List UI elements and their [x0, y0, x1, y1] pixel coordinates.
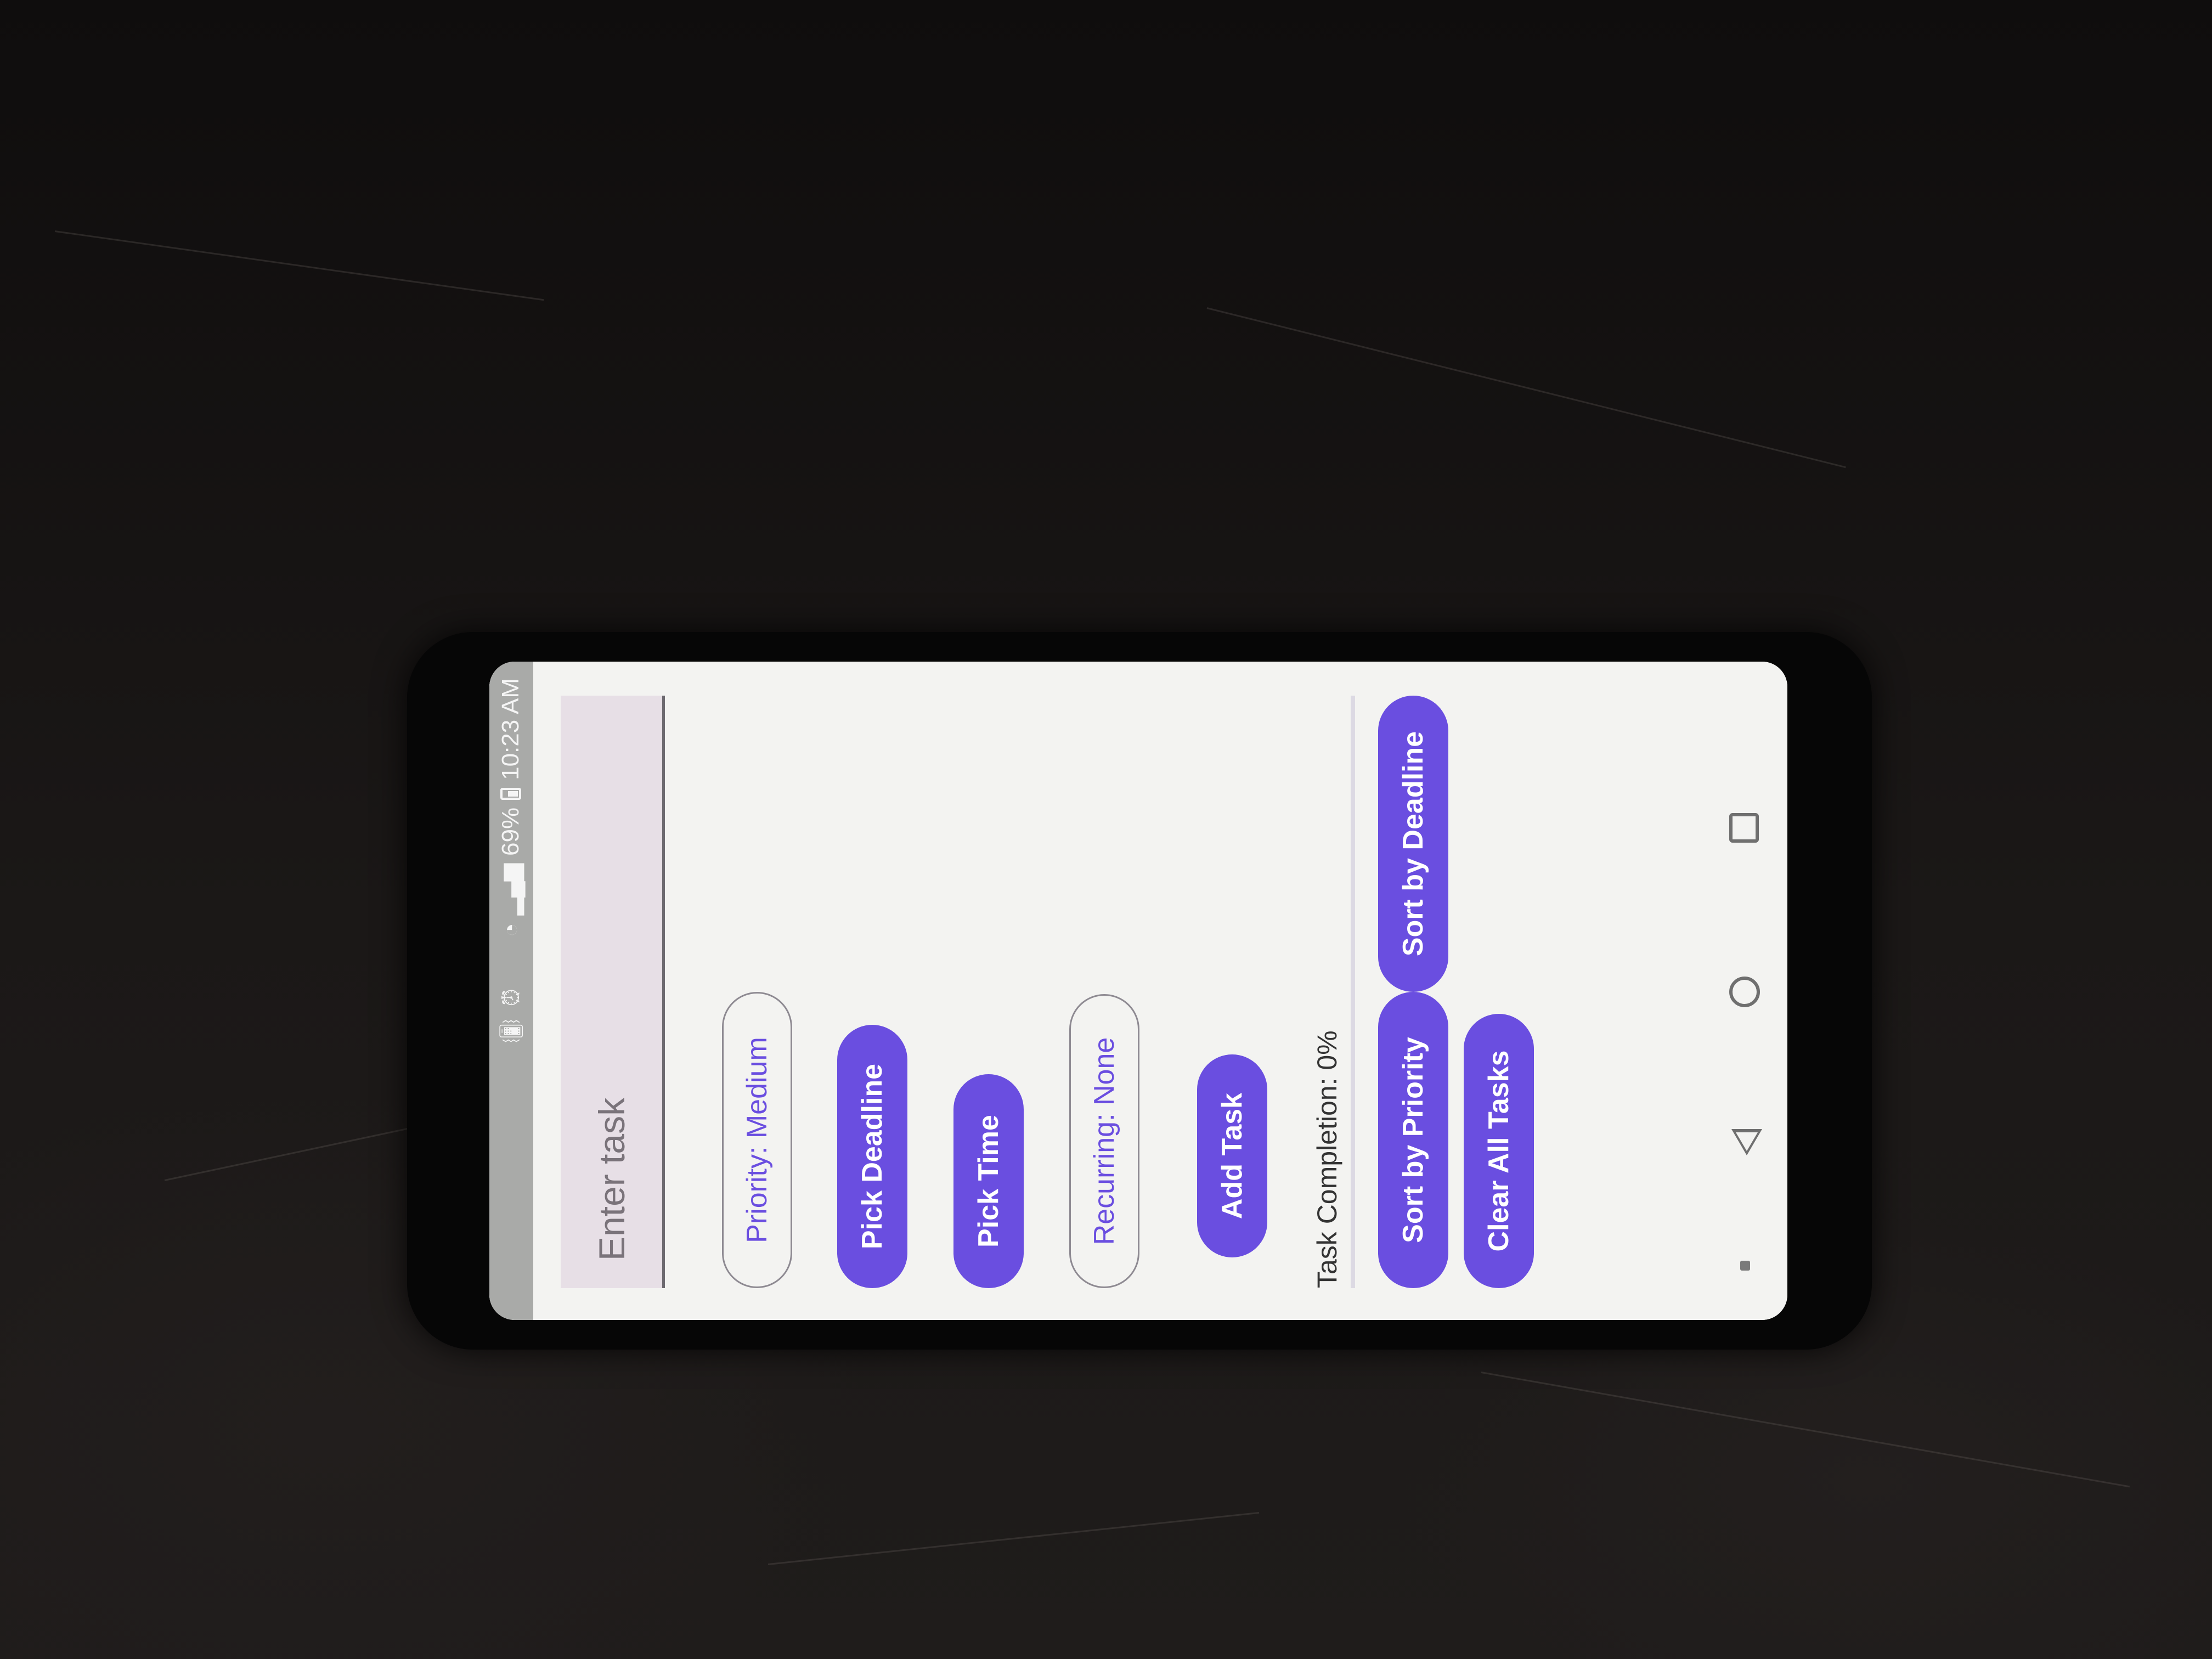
wifi-icon: ◔ [498, 923, 523, 937]
sort-by-priority-button[interactable]: Sort by Priority [1378, 992, 1448, 1288]
task-input[interactable] [561, 696, 665, 1288]
marble-vein [1481, 1372, 2130, 1488]
battery-icon [500, 787, 521, 800]
marble-vein [768, 1511, 1260, 1565]
navigation-bar [1705, 662, 1787, 1320]
sort-by-deadline-button[interactable]: Sort by Deadline [1378, 696, 1448, 992]
completion-progress-bar [1351, 696, 1355, 1288]
status-bar: 📳︎ ⏰︎ ◔ ▂▄▆ 69% 10:23 AM [489, 662, 533, 1320]
marble-vein [54, 230, 544, 301]
status-icons-left: 📳︎ ⏰︎ [498, 989, 524, 1046]
vibrate-icon: 📳︎ [498, 1016, 524, 1046]
add-task-button[interactable]: Add Task [1197, 1054, 1267, 1257]
signal-icon: ▂▄▆ [498, 863, 523, 916]
back-icon[interactable] [1731, 1129, 1762, 1155]
clear-all-tasks-button[interactable]: Clear All Tasks [1464, 1014, 1534, 1288]
alarm-icon: ⏰︎ [498, 988, 524, 1007]
task-app: 📳︎ ⏰︎ ◔ ▂▄▆ 69% 10:23 AM Priority: Mediu… [489, 662, 1787, 1320]
recents-icon[interactable] [1729, 813, 1759, 843]
task-completion-label: Task Completion: 0% [1312, 1030, 1342, 1288]
status-time: 10:23 AM [497, 678, 524, 780]
nav-indicator-icon [1740, 1261, 1750, 1271]
battery-percent: 69% [497, 807, 524, 856]
recurring-button[interactable]: Recurring: None [1069, 994, 1139, 1288]
status-icons-right: ◔ ▂▄▆ 69% 10:23 AM [497, 678, 524, 937]
priority-button[interactable]: Priority: Medium [722, 992, 792, 1288]
phone-screen: 📳︎ ⏰︎ ◔ ▂▄▆ 69% 10:23 AM Priority: Mediu… [489, 662, 1787, 1320]
pick-time-button[interactable]: Pick Time [953, 1074, 1024, 1288]
pick-deadline-button[interactable]: Pick Deadline [837, 1025, 907, 1288]
marble-vein [1206, 307, 1846, 469]
home-icon[interactable] [1729, 977, 1760, 1007]
